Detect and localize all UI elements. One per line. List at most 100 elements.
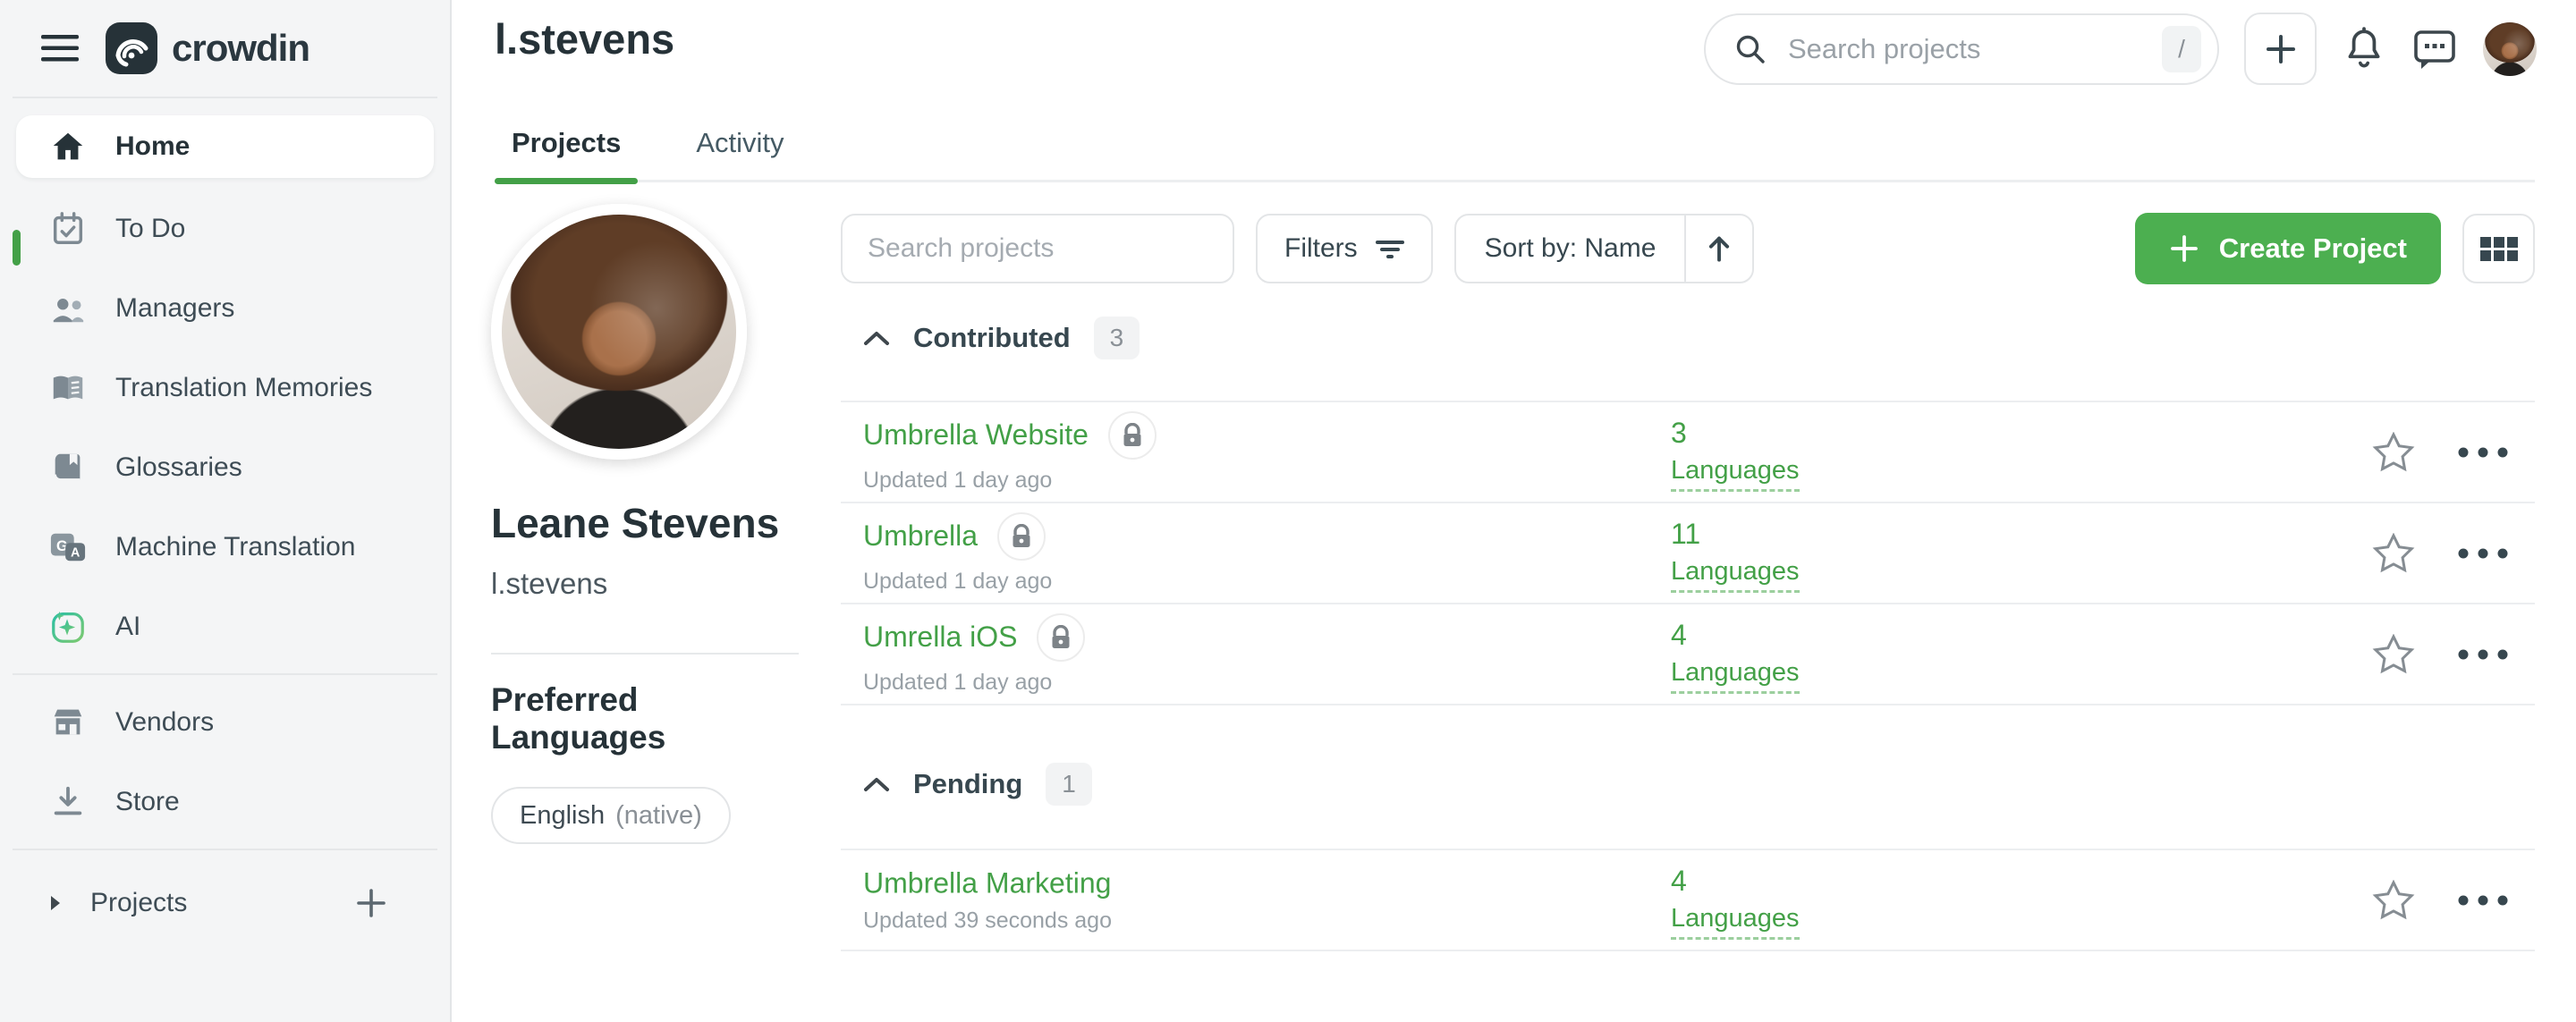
section-header-pending: Pending 1 [841, 763, 2535, 806]
favorite-star-button[interactable] [2372, 880, 2415, 921]
project-row: Umbrella Website Updated 1 day ago 3 Lan… [841, 402, 2535, 503]
project-search-input[interactable] [841, 214, 1234, 283]
project-link[interactable]: Umrella iOS [863, 621, 1017, 654]
create-project-button[interactable]: Create Project [2135, 213, 2441, 284]
profile-panel: Leane Stevens l.stevens Preferred Langua… [491, 204, 804, 844]
crowdin-wordmark: crowdin [172, 27, 309, 70]
notifications-button[interactable] [2342, 25, 2386, 73]
ellipsis-icon [2458, 895, 2508, 906]
sidebar-item-todo[interactable]: To Do [0, 189, 450, 268]
crowdin-logo-icon [106, 22, 157, 74]
sidebar-item-machine-translation[interactable]: GA Machine Translation [0, 507, 450, 587]
sort-direction-button[interactable] [1684, 215, 1752, 282]
collapse-section-button[interactable] [863, 330, 890, 346]
filters-label: Filters [1284, 233, 1358, 264]
ellipsis-icon [2458, 649, 2508, 660]
hamburger-icon [41, 35, 79, 62]
profile-name: Leane Stevens [491, 499, 804, 547]
favorite-star-button[interactable] [2372, 432, 2415, 473]
sort-button[interactable]: Sort by: Name [1454, 214, 1755, 283]
crowdin-logo[interactable]: crowdin [106, 22, 309, 74]
tab-projects[interactable]: Projects [495, 106, 638, 180]
sidebar-item-label: To Do [115, 214, 185, 244]
profile-username: l.stevens [491, 567, 804, 601]
messages-button[interactable] [2411, 26, 2458, 72]
sidebar-item-glossaries[interactable]: Glossaries [0, 427, 450, 507]
sidebar-item-label: Store [115, 787, 180, 817]
bell-icon [2342, 25, 2386, 73]
caret-right-icon [49, 894, 62, 912]
sidebar-item-projects[interactable]: Projects [0, 863, 450, 942]
project-row: Umrella iOS Updated 1 day ago 4 Language… [841, 604, 2535, 705]
quick-add-button[interactable] [2244, 13, 2317, 85]
sidebar-divider [13, 673, 437, 675]
private-lock-icon [1108, 411, 1157, 460]
sidebar-item-home[interactable]: Home [16, 115, 434, 178]
profile-tabs: Projects Activity [495, 106, 2535, 182]
favorite-star-button[interactable] [2372, 634, 2415, 675]
sidebar-item-translation-memories[interactable]: Translation Memories [0, 348, 450, 427]
page-title: l.stevens [495, 14, 674, 63]
project-link[interactable]: Umbrella Marketing [863, 866, 1111, 900]
languages-link[interactable]: Languages [1671, 557, 1800, 593]
header-controls: / [1704, 13, 2537, 85]
sidebar-item-label: Home [115, 131, 190, 162]
languages-count: 3 [1671, 417, 1687, 450]
filters-button[interactable]: Filters [1256, 214, 1433, 283]
sidebar-item-label: Managers [115, 293, 234, 324]
global-search[interactable]: / [1704, 13, 2219, 85]
more-options-button[interactable] [2458, 895, 2508, 906]
ellipsis-icon [2458, 447, 2508, 458]
favorite-star-button[interactable] [2372, 533, 2415, 574]
download-store-icon [49, 783, 87, 821]
collapse-section-button[interactable] [863, 776, 890, 792]
home-icon [49, 128, 87, 165]
svg-text:A: A [71, 545, 80, 560]
languages-link[interactable]: Languages [1671, 904, 1800, 940]
user-avatar[interactable] [2483, 22, 2537, 76]
project-link[interactable]: Umbrella Website [863, 418, 1089, 452]
project-updated: Updated 39 seconds ago [863, 908, 1112, 933]
sidebar-item-vendors[interactable]: Vendors [0, 682, 450, 762]
add-project-button[interactable] [355, 887, 387, 919]
language-note: (native) [615, 801, 702, 831]
search-icon [1733, 31, 1768, 67]
language-chip: English (native) [491, 787, 731, 844]
tab-activity[interactable]: Activity [679, 106, 801, 180]
arrow-up-icon [1707, 234, 1732, 263]
plus-icon [355, 887, 387, 919]
project-row: Umbrella Marketing Updated 39 seconds ag… [841, 850, 2535, 951]
languages-count: 4 [1671, 865, 1687, 898]
sidebar-item-label: Translation Memories [115, 373, 372, 403]
sidebar-item-managers[interactable]: Managers [0, 268, 450, 348]
languages-link[interactable]: Languages [1671, 658, 1800, 694]
sidebar-item-ai[interactable]: AI [0, 587, 450, 666]
project-link[interactable]: Umbrella [863, 519, 978, 553]
plus-icon [2169, 233, 2199, 264]
ellipsis-icon [2458, 548, 2508, 559]
projects-toolbar: Filters Sort by: Name Create Project [841, 213, 2535, 284]
project-row: Umbrella Updated 1 day ago 11 Languages [841, 503, 2535, 604]
more-options-button[interactable] [2458, 447, 2508, 458]
more-options-button[interactable] [2458, 548, 2508, 559]
languages-link[interactable]: Languages [1671, 456, 1800, 492]
menu-toggle-button[interactable] [41, 35, 79, 62]
grid-view-button[interactable] [2462, 214, 2535, 283]
sort-label: Sort by: Name [1456, 215, 1685, 282]
star-icon [2372, 533, 2415, 574]
crowdin-profile-page: crowdin Home To Do Manager [0, 0, 2576, 1022]
chevron-up-icon [863, 776, 890, 792]
chevron-up-icon [863, 330, 890, 346]
star-icon [2372, 634, 2415, 675]
project-updated: Updated 1 day ago [863, 569, 1052, 595]
private-lock-icon [997, 512, 1046, 561]
project-updated: Updated 1 day ago [863, 468, 1157, 494]
plus-icon [2264, 32, 2298, 66]
star-icon [2372, 880, 2415, 921]
global-search-input[interactable] [1786, 32, 2144, 66]
more-options-button[interactable] [2458, 649, 2508, 660]
languages-count: 4 [1671, 619, 1687, 652]
star-icon [2372, 432, 2415, 473]
managers-people-icon [49, 290, 87, 327]
sidebar-item-store[interactable]: Store [0, 762, 450, 841]
